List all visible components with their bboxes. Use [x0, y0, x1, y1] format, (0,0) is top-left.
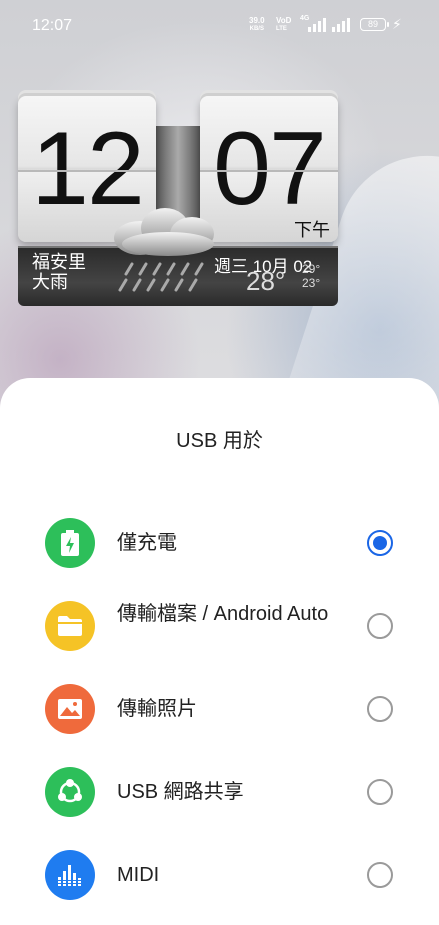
usb-option-tethering[interactable]: USB 網路共享 [0, 757, 439, 827]
signal-icon-2 [332, 18, 350, 32]
usb-option-photo-transfer[interactable]: 傳輸照片 [0, 674, 439, 744]
radio-unselected[interactable] [367, 613, 393, 639]
rain-cloud-icon [114, 208, 214, 292]
weather-location: 福安里 [32, 252, 86, 272]
flip-clock-widget[interactable]: 12 07 下午 福安里 大雨 週三 10月 02 28° 29° 23° [18, 96, 338, 306]
usb-options-sheet: USB 用於 僅充電 傳輸檔案 / Android Auto 傳輸照片 USB … [0, 378, 439, 925]
radio-selected[interactable] [367, 530, 393, 556]
battery-charging-icon [45, 518, 95, 568]
equalizer-icon [45, 850, 95, 900]
volte-indicator: VoD LTE [276, 16, 292, 33]
current-temperature: 28° [246, 266, 286, 296]
usb-option-midi[interactable]: MIDI [0, 840, 439, 910]
option-label: 傳輸照片 [117, 698, 197, 720]
weather-condition: 大雨 [32, 272, 68, 292]
radio-unselected[interactable] [367, 696, 393, 722]
radio-unselected[interactable] [367, 779, 393, 805]
usb-option-charge-only[interactable]: 僅充電 [0, 508, 439, 578]
signal-icon [308, 18, 326, 32]
low-temperature: 23° [302, 276, 321, 290]
photo-icon [45, 684, 95, 734]
status-bar: 12:07 39.0 KB/S VoD LTE 4G 89 ⚡︎ [0, 0, 439, 52]
share-network-icon [45, 767, 95, 817]
status-time: 12:07 [32, 17, 73, 34]
sheet-title: USB 用於 [176, 430, 263, 452]
option-label: 傳輸檔案 / Android Auto [117, 603, 329, 625]
network-speed: 39.0 KB/S [249, 16, 265, 33]
clock-ampm: 下午 [294, 220, 330, 240]
folder-icon [45, 601, 95, 651]
high-temperature: 29° [302, 262, 321, 276]
option-label: 僅充電 [117, 532, 177, 554]
usb-option-file-transfer[interactable]: 傳輸檔案 / Android Auto [0, 591, 439, 661]
option-label: MIDI [117, 864, 160, 886]
option-label: USB 網路共享 [117, 781, 244, 803]
bolt-icon: ⚡︎ [392, 16, 402, 32]
battery-icon: 89 [360, 18, 389, 31]
radio-unselected[interactable] [367, 862, 393, 888]
